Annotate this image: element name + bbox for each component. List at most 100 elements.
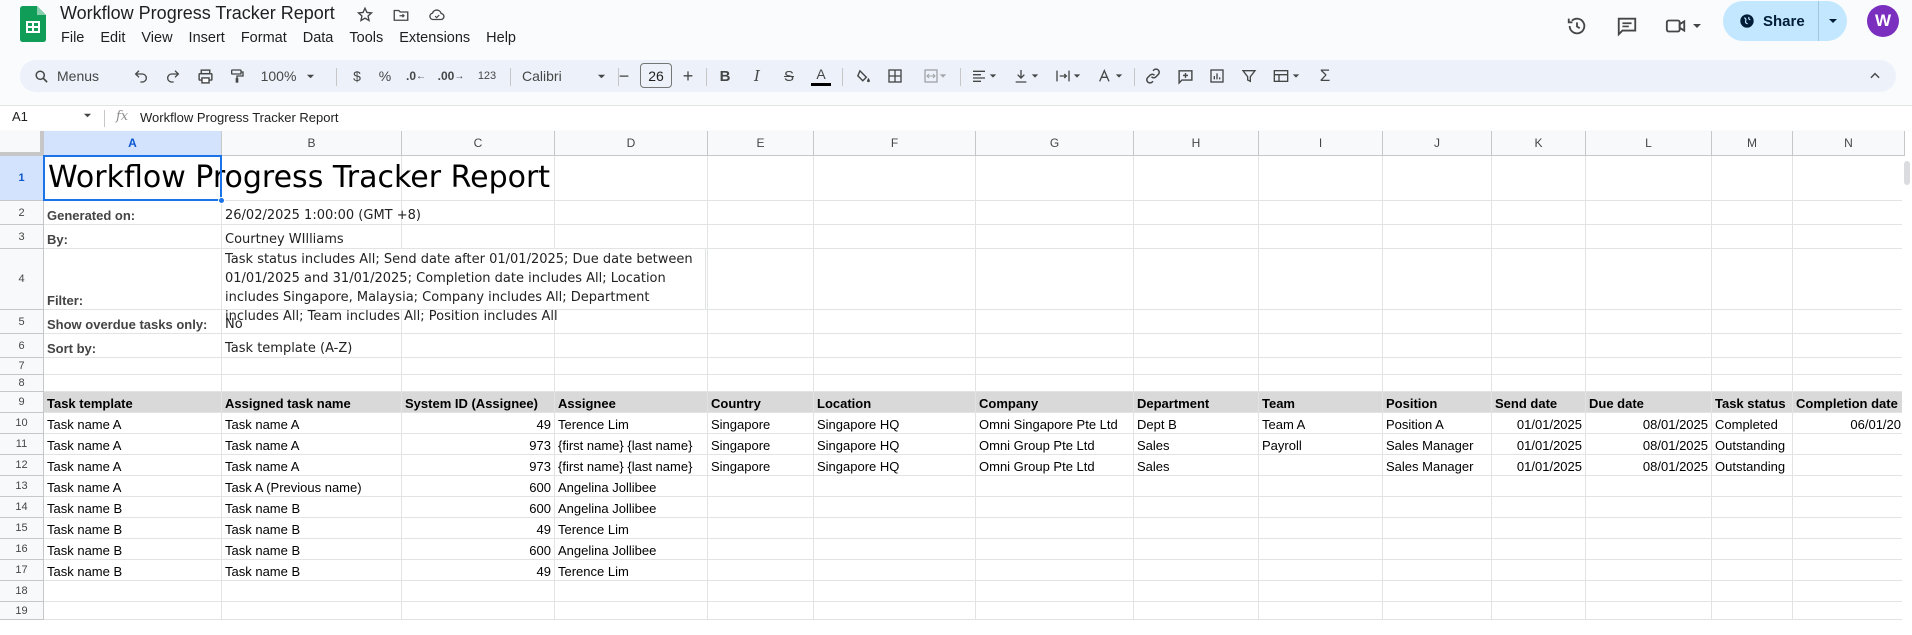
meta-label-cell[interactable]: By: <box>44 225 222 249</box>
column-header-h[interactable]: H <box>1134 131 1259 156</box>
table-cell[interactable]: Task name B <box>44 518 222 539</box>
cell[interactable] <box>1259 358 1383 375</box>
table-cell[interactable]: Task name B <box>222 539 402 560</box>
column-header-i[interactable]: I <box>1259 131 1383 156</box>
cell[interactable] <box>1134 310 1259 334</box>
filter-icon[interactable] <box>1236 60 1262 92</box>
currency-format-button[interactable]: $ <box>346 60 368 92</box>
comments-icon[interactable] <box>1610 9 1644 43</box>
table-cell[interactable]: Task name A <box>44 455 222 476</box>
cell[interactable] <box>1492 581 1586 602</box>
table-cell[interactable]: Singapore HQ <box>814 455 976 476</box>
cell[interactable] <box>555 581 708 602</box>
cell[interactable] <box>555 375 708 392</box>
zoom-select[interactable]: 100% <box>256 60 320 92</box>
cell[interactable] <box>1259 560 1383 581</box>
meta-value-cell[interactable]: No <box>222 310 402 334</box>
search-menus-button[interactable]: Menus <box>28 60 128 92</box>
cell[interactable] <box>222 375 402 392</box>
cell[interactable] <box>976 225 1134 249</box>
cell[interactable] <box>708 310 814 334</box>
cell[interactable] <box>1712 375 1793 392</box>
table-cell[interactable]: Task A (Previous name) <box>222 476 402 497</box>
menu-view[interactable]: View <box>133 27 180 49</box>
row-header-19[interactable]: 19 <box>0 602 44 620</box>
cell[interactable] <box>1793 434 1905 455</box>
table-cell[interactable]: 08/01/2025 <box>1586 455 1712 476</box>
cell[interactable] <box>1259 156 1383 201</box>
column-header-j[interactable]: J <box>1383 131 1492 156</box>
cell[interactable] <box>814 334 976 358</box>
cell[interactable] <box>1383 560 1492 581</box>
table-header-cell[interactable]: Country <box>708 392 814 413</box>
row-header-9[interactable]: 9 <box>0 392 44 413</box>
cell[interactable] <box>44 358 222 375</box>
cell[interactable] <box>44 581 222 602</box>
table-cell[interactable]: 08/01/2025 <box>1586 413 1712 434</box>
cell[interactable] <box>1134 225 1259 249</box>
table-cell[interactable]: 01/01/2025 <box>1492 434 1586 455</box>
cell[interactable] <box>814 497 976 518</box>
cell[interactable] <box>1586 249 1712 310</box>
cell[interactable] <box>1259 602 1383 620</box>
meta-label-cell[interactable]: Show overdue tasks only: <box>44 310 222 334</box>
table-cell[interactable]: 49 <box>402 518 555 539</box>
cell[interactable] <box>1793 518 1905 539</box>
text-rotation-icon[interactable] <box>1092 60 1128 92</box>
cell[interactable] <box>1793 476 1905 497</box>
table-header-cell[interactable]: Company <box>976 392 1134 413</box>
cell[interactable] <box>555 156 708 201</box>
cell[interactable] <box>1586 156 1712 201</box>
fill-color-icon[interactable] <box>850 60 876 92</box>
cell[interactable] <box>814 518 976 539</box>
table-cell[interactable]: Task name B <box>222 560 402 581</box>
cell[interactable] <box>1492 249 1586 310</box>
bold-icon[interactable]: B <box>712 60 738 92</box>
cell[interactable] <box>1793 560 1905 581</box>
document-title[interactable]: Workflow Progress Tracker Report <box>60 3 335 24</box>
cell[interactable] <box>976 497 1134 518</box>
cell[interactable] <box>1383 201 1492 225</box>
meta-label-cell[interactable]: Generated on: <box>44 201 222 225</box>
table-cell[interactable]: Task name A <box>44 434 222 455</box>
cell[interactable] <box>708 249 814 310</box>
cell[interactable] <box>708 518 814 539</box>
table-cell[interactable]: Task name A <box>44 413 222 434</box>
table-cell[interactable]: Singapore HQ <box>814 434 976 455</box>
table-header-cell[interactable]: Send date <box>1492 392 1586 413</box>
cell[interactable] <box>1793 497 1905 518</box>
cell[interactable] <box>555 334 708 358</box>
text-wrapping-icon[interactable] <box>1050 60 1086 92</box>
cell[interactable] <box>1712 581 1793 602</box>
meta-label-cell[interactable]: Sort by: <box>44 334 222 358</box>
cell[interactable] <box>814 476 976 497</box>
text-color-icon[interactable]: A <box>808 60 834 92</box>
column-header-d[interactable]: D <box>555 131 708 156</box>
meta-value-cell[interactable]: 26/02/2025 1:00:00 (GMT +8) <box>222 201 421 225</box>
cell[interactable] <box>1383 358 1492 375</box>
cell[interactable] <box>976 201 1134 225</box>
cell[interactable] <box>1586 476 1712 497</box>
filter-views-icon[interactable] <box>1268 60 1304 92</box>
table-cell[interactable]: Task name B <box>44 497 222 518</box>
table-cell[interactable]: Task name A <box>222 455 402 476</box>
row-header-11[interactable]: 11 <box>0 434 44 455</box>
table-cell[interactable]: Singapore <box>708 434 814 455</box>
redo-icon[interactable] <box>160 60 186 92</box>
cell[interactable] <box>1793 225 1905 249</box>
cell[interactable] <box>1793 201 1905 225</box>
table-cell[interactable]: 600 <box>402 476 555 497</box>
table-cell[interactable]: Singapore <box>708 413 814 434</box>
menu-insert[interactable]: Insert <box>181 27 233 49</box>
row-header-8[interactable]: 8 <box>0 375 44 392</box>
insert-comment-icon[interactable] <box>1172 60 1198 92</box>
row-header-10[interactable]: 10 <box>0 413 44 434</box>
cell[interactable] <box>708 375 814 392</box>
table-header-cell[interactable]: Assignee <box>555 392 708 413</box>
cell[interactable] <box>1586 375 1712 392</box>
table-header-cell[interactable]: Department <box>1134 392 1259 413</box>
cell[interactable] <box>1259 455 1383 476</box>
menu-file[interactable]: File <box>53 27 92 49</box>
increase-font-size-icon[interactable]: + <box>676 60 700 92</box>
cell[interactable] <box>1712 497 1793 518</box>
